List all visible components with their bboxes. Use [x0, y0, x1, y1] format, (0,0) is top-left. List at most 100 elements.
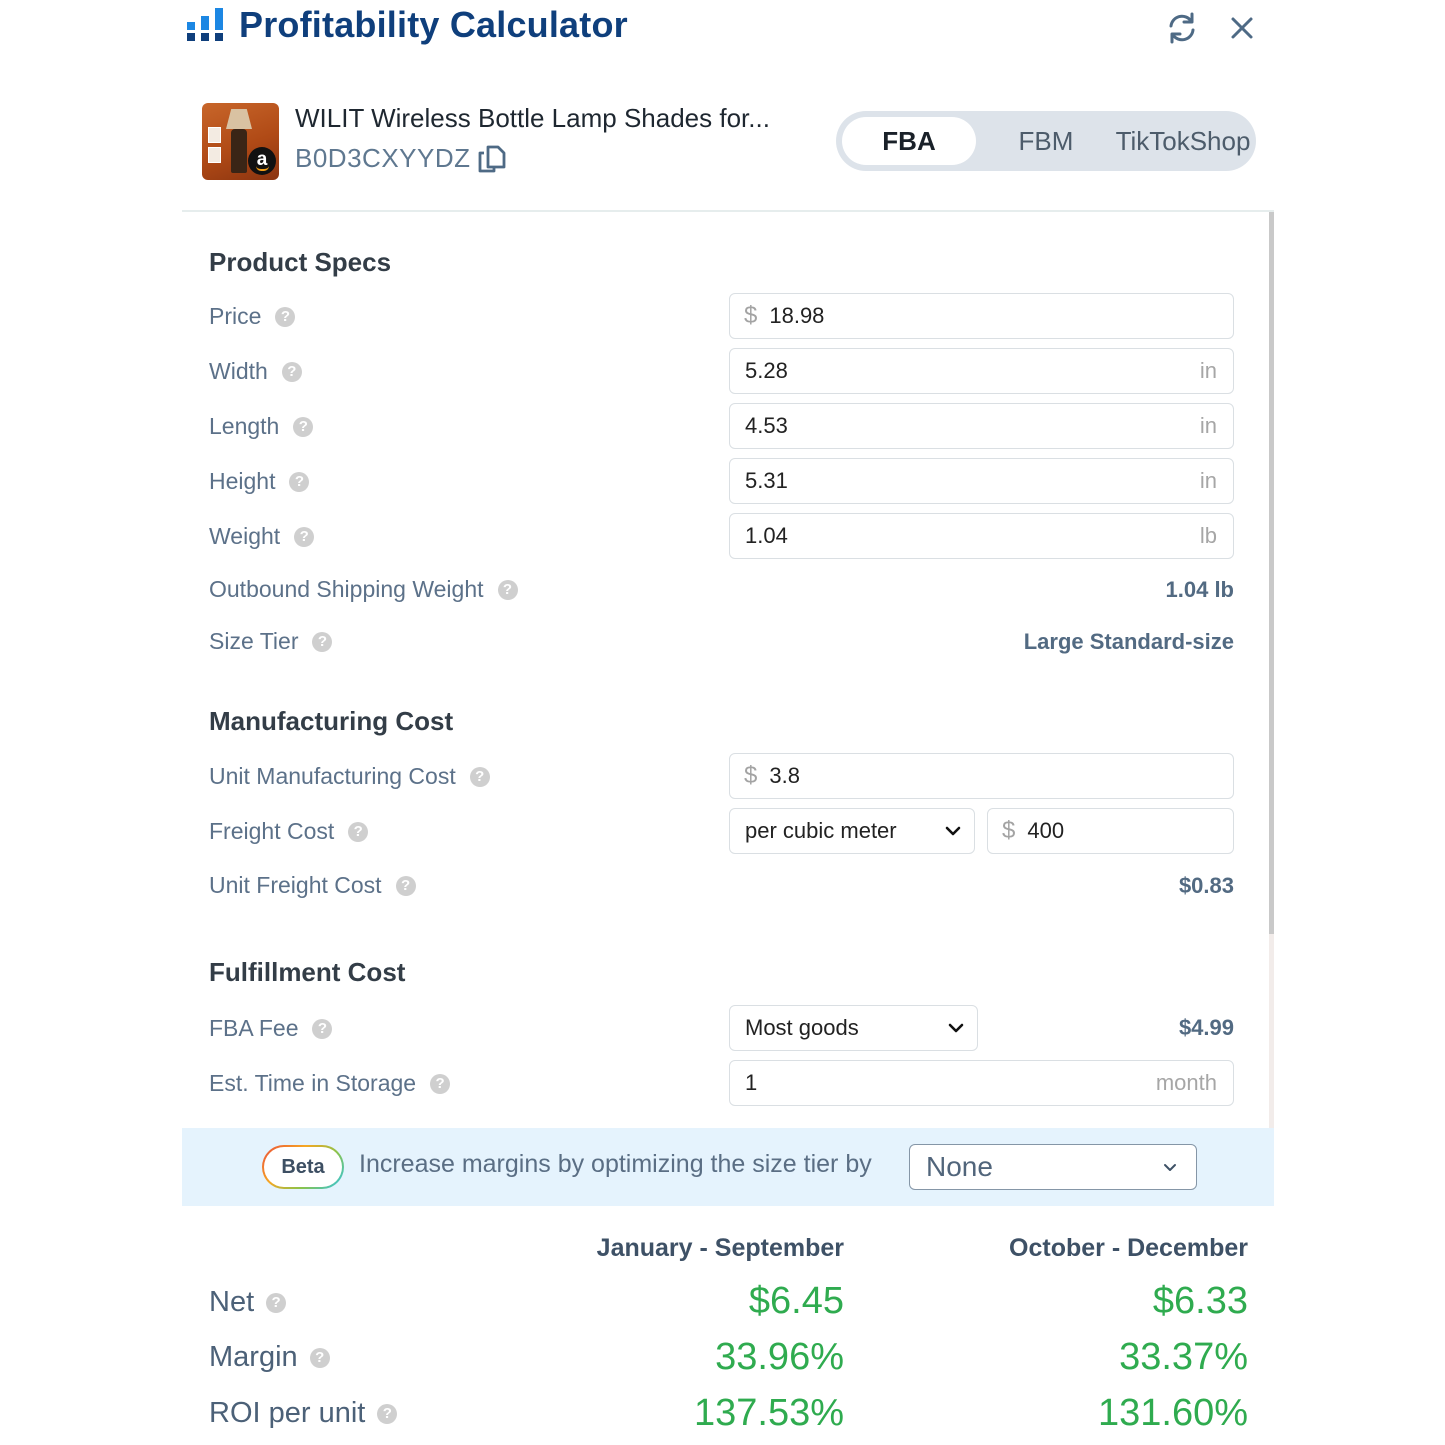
net-oct-dec: $6.33: [1152, 1280, 1248, 1322]
optimizer-select-value: None: [926, 1151, 993, 1182]
help-icon[interactable]: ?: [395, 875, 416, 896]
optimizer-text: Increase margins by optimizing the size …: [359, 1150, 872, 1178]
roi-label-text: ROI per unit: [209, 1397, 366, 1429]
column-header-jan-sep: January - September: [596, 1234, 844, 1262]
app-title: Profitability Calculator: [239, 4, 628, 45]
section-title-product-specs: Product Specs: [209, 247, 392, 277]
weight-unit: lb: [1199, 523, 1217, 548]
storage-time-label: Est. Time in Storage ?: [209, 1070, 451, 1097]
net-label-text: Net: [209, 1286, 255, 1318]
unit-manufacturing-cost-input[interactable]: $ 3.8: [729, 753, 1234, 799]
outbound-weight-label: Outbound Shipping Weight ?: [209, 576, 518, 603]
beta-badge-label: Beta: [264, 1147, 342, 1187]
tab-tiktokshop[interactable]: TikTokShop: [1108, 117, 1258, 165]
help-icon[interactable]: ?: [275, 306, 296, 327]
unit-manufacturing-cost-value[interactable]: 3.8: [769, 763, 1233, 789]
section-title-fulfillment-cost: Fulfillment Cost: [209, 957, 406, 987]
product-thumbnail[interactable]: a: [202, 103, 279, 180]
unit-manufacturing-cost-label: Unit Manufacturing Cost ?: [209, 763, 490, 790]
size-tier-label: Size Tier ?: [209, 628, 333, 655]
copy-icon[interactable]: [476, 143, 508, 175]
tab-fbm[interactable]: FBM: [986, 117, 1106, 165]
amazon-badge-icon: a: [248, 147, 276, 175]
unit-freight-cost-label-text: Unit Freight Cost: [209, 872, 382, 898]
width-label-text: Width: [209, 358, 268, 384]
help-icon[interactable]: ?: [281, 361, 302, 382]
roi-jan-sep: 137.53%: [693, 1392, 844, 1434]
height-unit: in: [1199, 468, 1217, 493]
help-icon[interactable]: ?: [309, 1347, 330, 1368]
freight-cost-label: Freight Cost ?: [209, 818, 369, 845]
help-icon[interactable]: ?: [294, 526, 315, 547]
margin-jan-sep: 33.96%: [715, 1336, 844, 1378]
tab-fba[interactable]: FBA: [842, 117, 976, 165]
height-input[interactable]: 5.31 in: [729, 458, 1234, 504]
help-icon[interactable]: ?: [312, 631, 333, 652]
roi-oct-dec: 131.60%: [1097, 1392, 1248, 1434]
width-input[interactable]: 5.28 in: [729, 348, 1234, 394]
product-title[interactable]: WILIT Wireless Bottle Lamp Shades for...: [295, 103, 770, 134]
close-icon[interactable]: [1226, 12, 1258, 44]
help-icon[interactable]: ?: [377, 1403, 398, 1424]
product-summary: a WILIT Wireless Bottle Lamp Shades for.…: [202, 103, 822, 183]
margin-oct-dec: 33.37%: [1119, 1336, 1248, 1378]
net-label: Net ?: [209, 1286, 287, 1319]
calculator-form: Product Specs Price ? $ 18.98 Width ? 5.…: [182, 212, 1274, 1128]
size-tier-value: Large Standard-size: [1023, 629, 1234, 654]
width-unit: in: [1199, 358, 1217, 383]
storage-time-input[interactable]: 1 month: [729, 1060, 1234, 1106]
fba-fee-category-select[interactable]: Most goods: [729, 1005, 978, 1051]
help-icon[interactable]: ?: [430, 1073, 451, 1094]
size-tier-optimizer: Beta Increase margins by optimizing the …: [182, 1128, 1274, 1206]
fba-fee-label-text: FBA Fee: [209, 1015, 299, 1041]
refresh-icon[interactable]: [1164, 10, 1200, 46]
freight-basis-value: per cubic meter: [745, 818, 897, 843]
optimizer-select[interactable]: None: [909, 1144, 1197, 1190]
height-label-text: Height: [209, 468, 276, 494]
bar-chart-icon: [187, 8, 223, 41]
section-title-manufacturing-cost: Manufacturing Cost: [209, 706, 454, 736]
help-icon[interactable]: ?: [312, 1018, 333, 1039]
length-input[interactable]: 4.53 in: [729, 403, 1234, 449]
net-jan-sep: $6.45: [748, 1280, 844, 1322]
width-value[interactable]: 5.28: [730, 358, 1200, 384]
price-label-text: Price: [209, 303, 262, 329]
height-label: Height ?: [209, 468, 310, 495]
fba-fee-label: FBA Fee ?: [209, 1015, 333, 1042]
roi-label: ROI per unit ?: [209, 1397, 398, 1430]
weight-input[interactable]: 1.04 lb: [729, 513, 1234, 559]
freight-cost-value[interactable]: 400: [1027, 818, 1233, 844]
unit-freight-cost-label: Unit Freight Cost ?: [209, 872, 416, 899]
help-icon[interactable]: ?: [293, 416, 314, 437]
weight-value[interactable]: 1.04: [730, 523, 1200, 549]
help-icon[interactable]: ?: [348, 821, 369, 842]
margin-label-text: Margin: [209, 1341, 298, 1373]
length-unit: in: [1199, 413, 1217, 438]
price-input[interactable]: $ 18.98: [729, 293, 1234, 339]
length-label-text: Length: [209, 413, 280, 439]
scrollbar[interactable]: [1269, 212, 1274, 1128]
weight-label: Weight ?: [209, 523, 315, 550]
help-icon[interactable]: ?: [289, 471, 310, 492]
channel-selector: FBA FBM TikTokShop: [836, 111, 1256, 171]
storage-time-value[interactable]: 1: [730, 1070, 1156, 1096]
price-value[interactable]: 18.98: [769, 303, 1233, 329]
weight-label-text: Weight: [209, 523, 281, 549]
help-icon[interactable]: ?: [469, 766, 490, 787]
freight-cost-input[interactable]: $ 400: [987, 808, 1234, 854]
storage-time-label-text: Est. Time in Storage: [209, 1070, 417, 1096]
margin-label: Margin ?: [209, 1341, 330, 1374]
height-value[interactable]: 5.31: [730, 468, 1200, 494]
fba-fee-category-value: Most goods: [745, 1015, 859, 1040]
length-value[interactable]: 4.53: [730, 413, 1200, 439]
scrollbar-thumb[interactable]: [1269, 212, 1274, 934]
dollar-prefix: $: [744, 302, 758, 329]
chevron-down-icon: [945, 826, 961, 836]
length-label: Length ?: [209, 413, 314, 440]
outbound-weight-label-text: Outbound Shipping Weight: [209, 576, 484, 602]
freight-basis-select[interactable]: per cubic meter: [729, 808, 975, 854]
help-icon[interactable]: ?: [497, 579, 518, 600]
help-icon[interactable]: ?: [266, 1292, 287, 1313]
width-label: Width ?: [209, 358, 302, 385]
storage-time-unit: month: [1155, 1070, 1217, 1095]
